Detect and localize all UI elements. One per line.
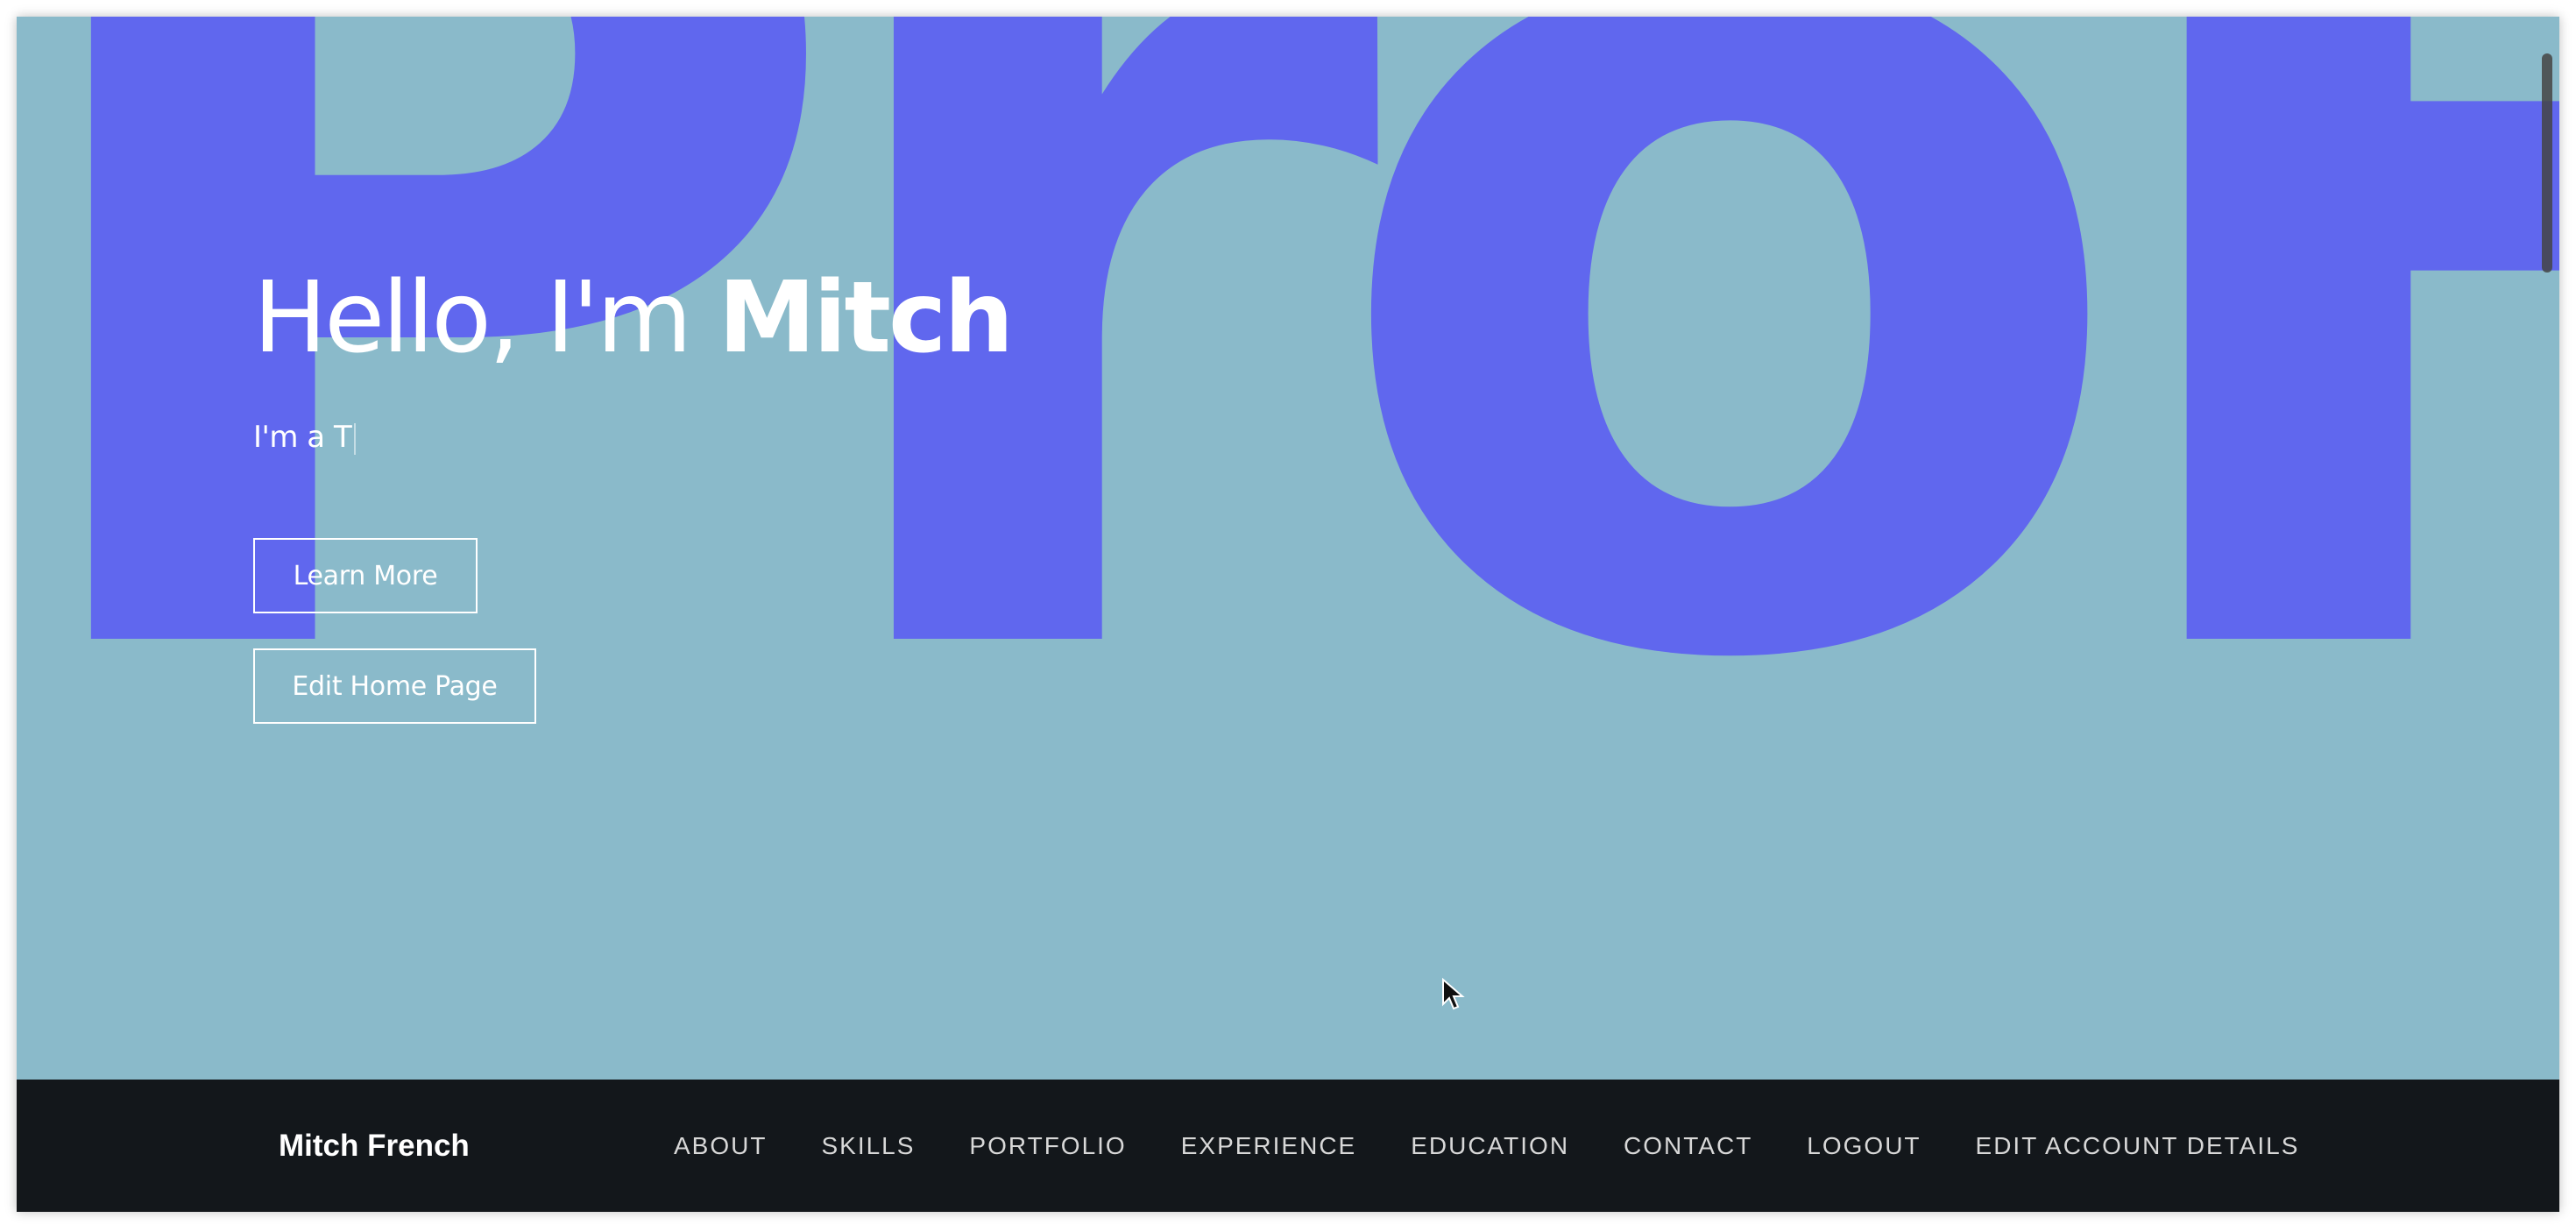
hero-title-name: Mitch bbox=[718, 261, 1015, 375]
typing-caret bbox=[354, 422, 357, 455]
nav-item-about[interactable]: ABOUT bbox=[674, 1132, 767, 1160]
hero-subtitle: I'm a T bbox=[253, 420, 357, 455]
hero-subtitle-text: I'm a T bbox=[253, 420, 352, 455]
nav-items: ABOUT SKILLS PORTFOLIO EXPERIENCE EDUCAT… bbox=[674, 1080, 2353, 1212]
nav-item-education[interactable]: EDUCATION bbox=[1411, 1132, 1569, 1160]
nav-item-contact[interactable]: CONTACT bbox=[1624, 1132, 1752, 1160]
nav-item-edit-account-details[interactable]: EDIT ACCOUNT DETAILS bbox=[1976, 1132, 2300, 1160]
nav-item-skills[interactable]: SKILLS bbox=[821, 1132, 915, 1160]
hero-section: ProFo Hello, I'm Mitch I'm a T Learn Mor… bbox=[17, 17, 2559, 1080]
navbar: Mitch French ABOUT SKILLS PORTFOLIO EXPE… bbox=[17, 1080, 2559, 1212]
edit-home-page-button[interactable]: Edit Home Page bbox=[253, 648, 536, 724]
nav-item-experience[interactable]: EXPERIENCE bbox=[1181, 1132, 1357, 1160]
nav-item-portfolio[interactable]: PORTFOLIO bbox=[969, 1132, 1126, 1160]
brand-name[interactable]: Mitch French bbox=[279, 1129, 470, 1164]
mouse-pointer-icon bbox=[1442, 978, 1465, 1010]
scrollbar-thumb[interactable] bbox=[2542, 53, 2552, 273]
hero-title: Hello, I'm Mitch bbox=[253, 261, 1015, 375]
nav-item-logout[interactable]: LOGOUT bbox=[1807, 1132, 1921, 1160]
learn-more-button[interactable]: Learn More bbox=[253, 538, 478, 613]
hero-title-prefix: Hello, I'm bbox=[253, 261, 718, 375]
browser-window: ProFo Hello, I'm Mitch I'm a T Learn Mor… bbox=[17, 17, 2559, 1212]
